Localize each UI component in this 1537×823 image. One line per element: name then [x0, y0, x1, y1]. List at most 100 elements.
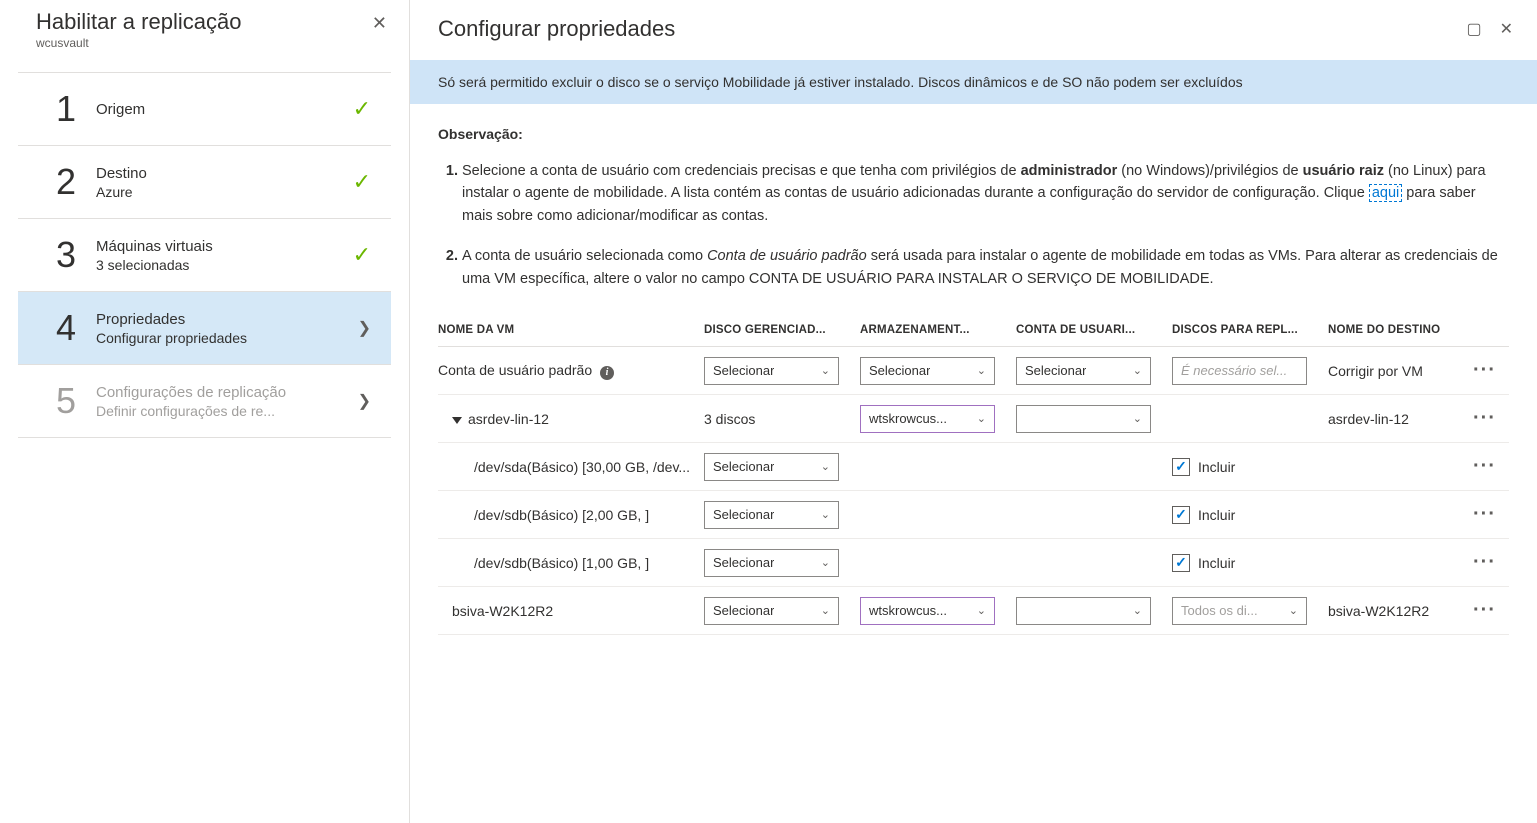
checkmark-icon: ✓: [353, 169, 371, 195]
repl-select-disabled: É necessário sel...: [1172, 357, 1307, 385]
th-account: CONTA DE USUÁRI...: [1016, 324, 1166, 336]
chevron-right-icon: ❯: [358, 391, 371, 411]
row-menu-button[interactable]: ···: [1464, 599, 1504, 622]
chevron-down-icon: ⌄: [821, 604, 830, 617]
disk-select[interactable]: Selecionar⌄: [704, 549, 839, 577]
storage-select[interactable]: wtskrowcus...⌄: [860, 597, 995, 625]
observacao-item-2: A conta de usuário selecionada como Cont…: [462, 245, 1509, 290]
row-menu-button[interactable]: ···: [1464, 455, 1504, 478]
disk-select[interactable]: Selecionar⌄: [704, 453, 839, 481]
info-banner: Só será permitido excluir o disco se o s…: [410, 60, 1537, 104]
info-icon[interactable]: i: [600, 366, 614, 380]
include-checkbox[interactable]: ✓: [1172, 458, 1190, 476]
text: Conta de usuário padrão: [438, 362, 592, 378]
chevron-down-icon: ⌄: [977, 412, 986, 425]
chevron-down-icon: ⌄: [1133, 412, 1142, 425]
step-number: 1: [56, 91, 96, 127]
text: Selecione a conta de usuário com credenc…: [462, 163, 1021, 179]
disk-select[interactable]: Selecionar⌄: [704, 597, 839, 625]
th-storage: ARMAZENAMENT...: [860, 324, 1010, 336]
right-header: Configurar propriedades ▢ ✕: [410, 0, 1537, 60]
left-title: Habilitar a replicação: [36, 10, 241, 34]
observacao-list: Selecione a conta de usuário com credenc…: [438, 160, 1509, 290]
chevron-down-icon: ⌄: [821, 460, 830, 473]
close-icon[interactable]: ✕: [1500, 19, 1513, 39]
disk-select[interactable]: Selecionar⌄: [704, 357, 839, 385]
text: A conta de usuário selecionada como: [462, 248, 707, 264]
observacao-item-1: Selecione a conta de usuário com credenc…: [462, 160, 1509, 227]
disk-count: 3 discos: [704, 411, 854, 427]
vm-table: NOME DA VM DISCO GERENCIAD... ARMAZENAME…: [438, 316, 1509, 635]
disk-name: /dev/sda(Básico) [30,00 GB, /dev...: [438, 459, 698, 475]
wizard-step-5: 5 Configurações de replicação Definir co…: [18, 364, 391, 438]
step-label: Máquinas virtuais: [96, 238, 353, 255]
step-number: 4: [56, 310, 96, 346]
th-dest: NOME DO DESTINO: [1328, 324, 1458, 336]
table-row-vm: asrdev-lin-12 3 discos wtskrowcus...⌄ ⌄ …: [438, 395, 1509, 443]
chevron-down-icon: ⌄: [821, 508, 830, 521]
text: (no Windows)/privilégios de: [1117, 163, 1302, 179]
text-italic: Conta de usuário padrão: [707, 248, 867, 264]
vm-name: asrdev-lin-12: [468, 411, 549, 427]
chevron-down-icon: ⌄: [1289, 604, 1298, 617]
vm-name-cell[interactable]: asrdev-lin-12: [438, 411, 698, 427]
step-label: Configurações de replicação: [96, 384, 358, 401]
vm-name-cell: Conta de usuário padrão i: [438, 362, 698, 380]
include-checkbox[interactable]: ✓: [1172, 554, 1190, 572]
observacao-heading: Observação:: [438, 126, 1509, 142]
right-panel: Configurar propriedades ▢ ✕ Só será perm…: [410, 0, 1537, 823]
disk-name: /dev/sdb(Básico) [1,00 GB, ]: [438, 555, 698, 571]
wizard-step-1[interactable]: 1 Origem ✓: [18, 72, 391, 145]
chevron-down-icon: ⌄: [1133, 604, 1142, 617]
include-label: Incluir: [1198, 555, 1235, 571]
step-label: Destino: [96, 165, 353, 182]
wizard-step-4[interactable]: 4 Propriedades Configurar propriedades ❯: [18, 291, 391, 364]
step-sublabel: Definir configurações de re...: [96, 403, 358, 419]
text-bold: administrador: [1021, 163, 1118, 179]
row-menu-button[interactable]: ···: [1464, 551, 1504, 574]
checkmark-icon: ✓: [353, 242, 371, 268]
account-select[interactable]: ⌄: [1016, 405, 1151, 433]
wizard-step-3[interactable]: 3 Máquinas virtuais 3 selecionadas ✓: [18, 218, 391, 291]
step-sublabel: Azure: [96, 184, 353, 200]
account-select[interactable]: ⌄: [1016, 597, 1151, 625]
chevron-down-icon: ⌄: [977, 364, 986, 377]
table-row-disk: /dev/sdb(Básico) [2,00 GB, ] Selecionar⌄…: [438, 491, 1509, 539]
close-icon[interactable]: ✕: [368, 10, 391, 36]
step-number: 2: [56, 164, 96, 200]
table-row-default: Conta de usuário padrão i Selecionar⌄ Se…: [438, 347, 1509, 395]
th-vm: NOME DA VM: [438, 324, 698, 336]
aqui-link[interactable]: aqui: [1369, 184, 1402, 202]
table-header: NOME DA VM DISCO GERENCIAD... ARMAZENAME…: [438, 316, 1509, 347]
chevron-down-icon: ⌄: [977, 604, 986, 617]
include-checkbox[interactable]: ✓: [1172, 506, 1190, 524]
th-repl: DISCOS PARA REPL...: [1172, 324, 1322, 336]
chevron-down-icon: ⌄: [1133, 364, 1142, 377]
table-row-disk: /dev/sda(Básico) [30,00 GB, /dev... Sele…: [438, 443, 1509, 491]
chevron-right-icon: ❯: [358, 318, 371, 338]
chevron-down-icon: ⌄: [821, 556, 830, 569]
disk-select[interactable]: Selecionar⌄: [704, 501, 839, 529]
checkmark-icon: ✓: [353, 96, 371, 122]
vm-name-cell[interactable]: bsiva-W2K12R2: [438, 603, 698, 619]
step-label: Propriedades: [96, 311, 358, 328]
maximize-icon[interactable]: ▢: [1466, 19, 1481, 39]
th-disk: DISCO GERENCIAD...: [704, 324, 854, 336]
dest-name: bsiva-W2K12R2: [1328, 603, 1458, 619]
disk-name: /dev/sdb(Básico) [2,00 GB, ]: [438, 507, 698, 523]
row-menu-button[interactable]: ···: [1464, 359, 1504, 382]
left-subtitle: wcusvault: [36, 36, 241, 50]
expand-icon[interactable]: [452, 417, 462, 424]
chevron-down-icon: ⌄: [821, 364, 830, 377]
table-row-disk: /dev/sdb(Básico) [1,00 GB, ] Selecionar⌄…: [438, 539, 1509, 587]
account-select[interactable]: Selecionar⌄: [1016, 357, 1151, 385]
storage-select[interactable]: wtskrowcus...⌄: [860, 405, 995, 433]
wizard-steps: 1 Origem ✓ 2 Destino Azure ✓ 3 Máquinas …: [0, 72, 409, 438]
row-menu-button[interactable]: ···: [1464, 503, 1504, 526]
content-area: Observação: Selecione a conta de usuário…: [410, 104, 1537, 823]
wizard-step-2[interactable]: 2 Destino Azure ✓: [18, 145, 391, 218]
step-sublabel: Configurar propriedades: [96, 330, 358, 346]
storage-select[interactable]: Selecionar⌄: [860, 357, 995, 385]
step-label: Origem: [96, 101, 353, 118]
row-menu-button[interactable]: ···: [1464, 407, 1504, 430]
